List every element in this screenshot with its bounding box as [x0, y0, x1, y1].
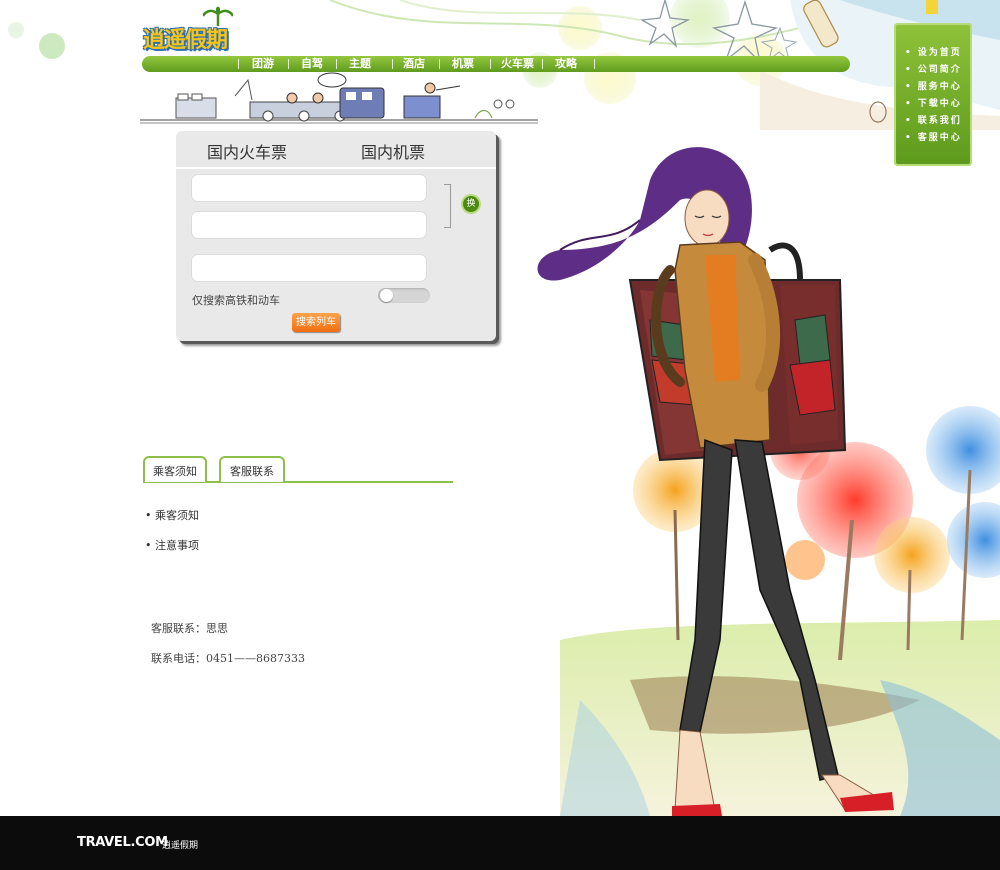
logo-text: 逍遥假期 — [143, 28, 228, 53]
tab-customer-contact[interactable]: 客服联系 — [219, 456, 285, 482]
info-tabs: 乘客须知 客服联系 — [143, 456, 453, 486]
nav-separator — [288, 59, 289, 69]
side-menu-downloads[interactable]: 下载中心 — [905, 96, 972, 113]
tab-passenger-notice[interactable]: 乘客须知 — [143, 456, 207, 482]
nav-separator — [439, 59, 440, 69]
footer-site-name: 逍遥假期 — [162, 841, 199, 851]
departure-date-input[interactable] — [191, 254, 427, 282]
side-menu-service-center[interactable]: 服务中心 — [905, 79, 972, 96]
link-notes-text: 注意事项 — [155, 539, 199, 552]
search-tabs: 国内火车票 国内机票 — [176, 131, 496, 169]
hsr-only-label: 仅搜索高铁和动车 — [192, 294, 280, 307]
side-menu-about[interactable]: 公司简介 — [905, 62, 972, 79]
girl-with-suitcase-illustration — [537, 147, 1000, 816]
nav-separator — [336, 59, 337, 69]
nav-separator — [238, 59, 239, 69]
link-passenger-notice[interactable]: • 乘客须知 — [145, 507, 199, 523]
contact-name: 客服联系：思思 — [151, 622, 228, 635]
hsr-only-toggle[interactable] — [378, 288, 430, 303]
contact-phone: 联系电话：0451——8687333 — [151, 652, 305, 665]
logo[interactable]: 逍遥假期 — [143, 6, 238, 54]
ticket-search-panel: 国内火车票 国内机票 换 仅搜索高铁和动车 搜索列车 — [176, 131, 496, 341]
toggle-knob — [380, 289, 393, 302]
nav-item-guide[interactable]: 攻略 — [555, 56, 577, 72]
nav-separator — [392, 59, 393, 69]
footer-brand: TRAVEL.COM — [77, 835, 168, 850]
train-illustration — [140, 72, 538, 124]
nav-separator — [490, 59, 491, 69]
tab-domestic-flight[interactable]: 国内机票 — [361, 139, 425, 163]
link-passenger-notice-text: 乘客须知 — [155, 509, 199, 522]
tab-domestic-train[interactable]: 国内火车票 — [207, 139, 287, 163]
footer: TRAVEL.COM 逍遥假期 — [0, 816, 1000, 870]
to-station-input[interactable] — [191, 211, 427, 239]
nav-separator — [594, 59, 595, 69]
nav-separator — [542, 59, 543, 69]
from-station-input[interactable] — [191, 174, 427, 202]
search-trains-button[interactable]: 搜索列车 — [292, 313, 340, 332]
swap-stations-button[interactable]: 换 — [463, 196, 479, 212]
swap-bracket — [444, 184, 451, 228]
link-notes[interactable]: • 注意事项 — [145, 537, 199, 553]
side-menu-set-homepage[interactable]: 设为首页 — [905, 45, 972, 62]
